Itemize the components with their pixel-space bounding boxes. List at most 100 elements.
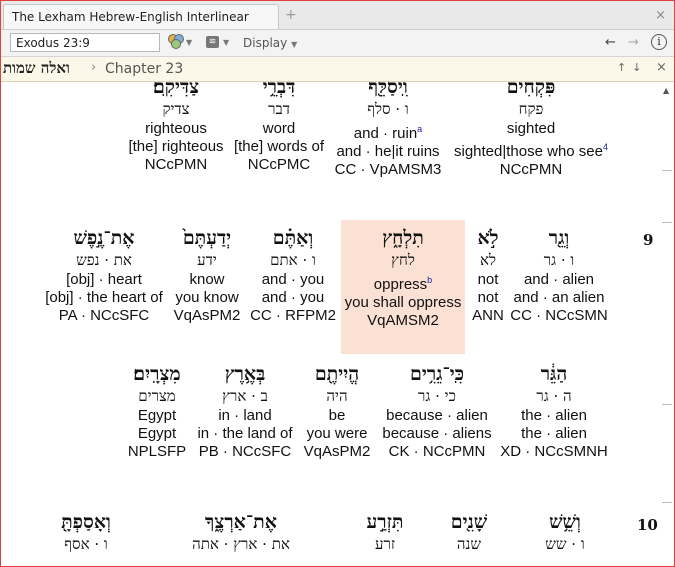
- scroll-tick: [662, 170, 672, 171]
- hebrew-word: תִּזְרַ֣ע: [366, 511, 404, 533]
- morphology: NCcPMN: [499, 161, 563, 178]
- close-breadcrumb-button[interactable]: ×: [656, 60, 667, 75]
- hebrew-word: תִלְחָ֑ץ: [382, 227, 424, 249]
- breadcrumb-chapter[interactable]: Chapter 23: [105, 61, 183, 77]
- hebrew-word: וְשֵׁ֥שׁ: [549, 511, 581, 533]
- display-menu-button[interactable]: Display ▼: [243, 34, 297, 52]
- gloss: in · land: [218, 407, 272, 424]
- translation: you were: [306, 425, 368, 442]
- gloss: because · alien: [386, 407, 488, 424]
- hebrew-word: לֹ֣א: [477, 227, 499, 249]
- scroll-tick: [662, 502, 672, 503]
- footnote-marker[interactable]: b: [427, 275, 432, 285]
- hebrew-word: בְּאֶ֥רֶץ: [224, 363, 266, 385]
- breadcrumb-book[interactable]: ואלה שמות: [3, 59, 70, 78]
- word-column[interactable]: דִּבְרֵ֥י דבר word [the] words of NCcPMC: [231, 82, 327, 174]
- word-column[interactable]: הֱיִיתֶ֖ם היה be you were VqAsPM2: [299, 362, 375, 461]
- toolbar: Exodus 23:9 ▼ ≋ ▼ Display ▼ ← → i: [1, 30, 674, 57]
- translation: [the] righteous: [128, 138, 224, 155]
- word-column[interactable]: כִּֽי־גֵרִ֥ים כי · גר because · alien be…: [375, 362, 499, 461]
- translation: [obj] · the heart of: [45, 289, 163, 306]
- back-button[interactable]: ←: [605, 35, 616, 50]
- word-column[interactable]: וְשֵׁ֥שׁ ו · שש: [525, 510, 605, 555]
- word-column[interactable]: תִּזְרַ֣ע זרע: [353, 510, 417, 555]
- word-column[interactable]: פִּקְחִ֔ים פקח sighted sighted|those who…: [448, 82, 614, 179]
- lemma: ב · ארץ: [222, 387, 268, 405]
- word-column[interactable]: שָׁנִ֖ים שנה: [437, 510, 501, 555]
- word-column[interactable]: וִֽיסַלֵּ֖ף ו · סלף and · ruina and · he…: [329, 82, 447, 179]
- morphology: NCcPMN: [144, 156, 208, 173]
- translation: you know: [175, 289, 239, 306]
- scroll-tick: [662, 222, 672, 223]
- footnote-marker[interactable]: 4: [603, 142, 608, 152]
- gloss: be: [328, 407, 346, 424]
- chevron-down-icon: ▼: [186, 38, 193, 47]
- gloss: not: [477, 271, 499, 288]
- word-column[interactable]: מִצְרָֽיִם׃ מצרים Egypt Egypt NPLSFP: [119, 362, 195, 461]
- translation: Egypt: [137, 425, 177, 442]
- word-column[interactable]: וְגֵ֖ר ו · גר and · alien and · an alien…: [507, 226, 611, 325]
- text-layout-button[interactable]: ≋ ▼: [206, 34, 232, 52]
- hebrew-word: אֶת־נֶ֣פֶשׁ: [73, 227, 135, 249]
- morphology: VqAsPM2: [173, 307, 241, 324]
- gloss-text: and · ruin: [353, 125, 418, 142]
- scroll-sync-arrows[interactable]: ↑↓: [617, 61, 647, 74]
- lemma: שנה: [456, 535, 482, 553]
- verse-number[interactable]: 10: [637, 516, 658, 534]
- word-column[interactable]: בְּאֶ֥רֶץ ב · ארץ in · land in · the lan…: [191, 362, 299, 461]
- word-column[interactable]: אֶת־נֶ֣פֶשׁ את · נפש [obj] · heart [obj]…: [39, 226, 169, 325]
- word-column[interactable]: הַגֵּ֔ר ה · גר the · alien the · alien X…: [495, 362, 613, 461]
- footnote-marker[interactable]: a: [417, 124, 422, 134]
- hebrew-word: אֶת־אַרְצֶ֑ךָ: [205, 511, 277, 533]
- morphology: XD · NCcSMNH: [500, 443, 608, 460]
- lemma: ו · סלף: [367, 100, 409, 118]
- morphology: CC · RFPM2: [250, 307, 336, 324]
- tab-lexham-interlinear[interactable]: The Lexham Hebrew-English Interlinear Bi…: [3, 4, 279, 49]
- translation: the · alien: [521, 425, 587, 442]
- info-icon[interactable]: i: [651, 34, 667, 50]
- lemma: את · נפש: [76, 251, 132, 269]
- hebrew-word: וְאָסַפְתָּ֖: [61, 511, 111, 533]
- chevron-right-icon: ›: [91, 60, 97, 75]
- word-column-selected[interactable]: תִלְחָ֑ץ לחץ oppressb you shall oppress …: [341, 226, 465, 330]
- word-column[interactable]: אֶת־אַרְצֶ֑ךָ את · ארץ · אתה: [161, 510, 321, 555]
- lemma: מצרים: [138, 387, 176, 405]
- translation: and · you: [261, 289, 325, 306]
- lemma: ו · שש: [545, 535, 585, 553]
- new-tab-button[interactable]: +: [285, 7, 297, 23]
- translation: in · the land of: [197, 425, 293, 442]
- lemma: דבר: [268, 100, 290, 118]
- word-column[interactable]: וְאַתֶּ֗ם ו · אתם and · you and · you CC…: [245, 226, 341, 325]
- translation: sighted|those who see4: [448, 138, 614, 161]
- tab-bar: The Lexham Hebrew-English Interlinear Bi…: [1, 1, 674, 49]
- visual-filters-button[interactable]: ▼: [168, 34, 194, 52]
- lemma: ו · גר: [543, 251, 575, 269]
- scroll-up-icon[interactable]: ▲: [663, 86, 669, 95]
- morphology: VqAMSM2: [367, 312, 439, 329]
- forward-button[interactable]: →: [628, 35, 639, 50]
- chevron-down-icon: ▼: [291, 40, 298, 49]
- translation: you shall oppress: [344, 294, 462, 311]
- translation: not: [477, 289, 499, 306]
- hebrew-word: פִּקְחִ֔ים: [506, 82, 556, 98]
- word-column[interactable]: לֹ֣א לא not not ANN: [467, 226, 509, 325]
- gloss: sighted: [506, 120, 556, 137]
- scroll-tick: [662, 404, 672, 405]
- verse-number[interactable]: 9: [643, 231, 653, 249]
- lemma: היה: [326, 387, 348, 405]
- word-column[interactable]: יְדַעְתֶּם֙ ידע know you know VqAsPM2: [171, 226, 243, 325]
- breadcrumb: ואלה שמות › Chapter 23 ↑↓ ×: [1, 57, 674, 82]
- scrollbar[interactable]: ▲: [660, 82, 674, 566]
- translation: [the] words of: [233, 138, 325, 155]
- reference-input[interactable]: Exodus 23:9: [10, 33, 160, 52]
- close-tab-button[interactable]: ×: [655, 8, 666, 23]
- hebrew-word: מִצְרָֽיִם׃: [133, 363, 181, 385]
- morphology: VqAsPM2: [303, 443, 371, 460]
- gloss: [obj] · heart: [66, 271, 142, 288]
- gloss: and · alien: [523, 271, 595, 288]
- hebrew-word: הֱיִיתֶ֖ם: [314, 363, 360, 385]
- translation-text: sighted|those who see: [453, 143, 603, 160]
- morphology: PB · NCcSFC: [198, 443, 292, 460]
- word-column[interactable]: וְאָסַפְתָּ֖ ו · אסף: [41, 510, 131, 555]
- word-column[interactable]: צַדִּיקִֽם׃ צדיק righteous [the] righteo…: [126, 82, 226, 174]
